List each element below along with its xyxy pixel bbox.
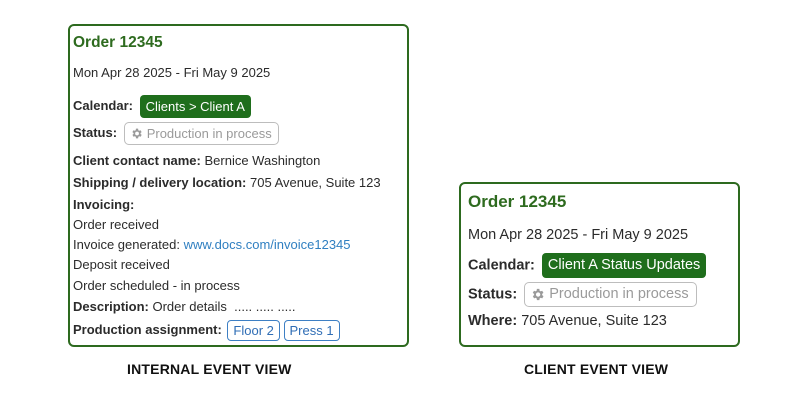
client-calendar-label: Calendar: [468,257,535,274]
client-event-card: Order 12345 Mon Apr 28 2025 - Fri May 9 … [459,182,740,347]
internal-status-row: Status: Production in process [73,122,407,145]
internal-invoice-generated-row: Invoice generated: www.docs.com/invoice1… [73,237,407,252]
client-where-row: Where: 705 Avenue, Suite 123 [468,313,738,330]
internal-order-title: Order 12345 [73,34,163,51]
internal-shipping-label: Shipping / delivery location: [73,175,247,190]
internal-calendar-chip[interactable]: Clients > Client A [139,95,251,118]
internal-shipping-row: Shipping / delivery location: 705 Avenue… [73,175,407,190]
client-status-row: Status: Production in process [468,282,738,307]
production-tag-press-1[interactable]: Press 1 [283,320,340,341]
internal-description-label: Description: [73,299,149,314]
gear-icon [530,287,545,302]
client-calendar-row: Calendar: Client A Status Updates [468,253,738,278]
stage: Order 12345 Mon Apr 28 2025 - Fri May 9 … [0,0,800,400]
internal-description-value: Order details ..... ..... ..... [152,299,296,314]
internal-production-row: Production assignment: Floor 2 Press 1 [73,320,407,341]
internal-description-row: Description: Order details ..... ..... .… [73,299,407,314]
client-status-label: Status: [468,286,518,303]
internal-contact-value: Bernice Washington [204,153,321,168]
client-where-label: Where: [468,313,518,329]
internal-invoice-generated-label: Invoice generated: [73,237,180,252]
invoice-link[interactable]: www.docs.com/invoice12345 [184,237,351,252]
internal-calendar-row: Calendar: Clients > Client A [73,95,407,118]
internal-production-label: Production assignment: [73,321,222,337]
client-calendar-chip[interactable]: Client A Status Updates [541,253,707,278]
internal-dates: Mon Apr 28 2025 - Fri May 9 2025 [73,65,271,80]
internal-shipping-value: 705 Avenue, Suite 123 [249,175,381,190]
invoicing-line-order-received: Order received [73,217,159,232]
internal-invoicing-label: Invoicing: [73,197,135,212]
internal-event-card: Order 12345 Mon Apr 28 2025 - Fri May 9 … [68,24,409,347]
internal-contact-row: Client contact name: Bernice Washington [73,153,407,168]
client-order-title: Order 12345 [468,192,567,211]
internal-calendar-label: Calendar: [73,97,133,113]
internal-status-text: Production in process [146,126,272,141]
invoicing-line-order-scheduled: Order scheduled - in process [73,278,240,293]
internal-status-label: Status: [73,124,118,140]
internal-status-chip[interactable]: Production in process [123,122,279,145]
client-status-chip[interactable]: Production in process [524,282,697,307]
internal-view-caption: INTERNAL EVENT VIEW [127,361,292,377]
client-where-value: 705 Avenue, Suite 123 [521,313,667,329]
invoicing-line-deposit-received: Deposit received [73,257,170,272]
client-view-caption: CLIENT EVENT VIEW [524,361,669,377]
gear-icon [130,127,143,140]
client-dates: Mon Apr 28 2025 - Fri May 9 2025 [468,227,689,243]
production-tag-floor-2[interactable]: Floor 2 [227,320,280,341]
internal-contact-label: Client contact name: [73,153,201,168]
client-status-text: Production in process [549,286,689,302]
